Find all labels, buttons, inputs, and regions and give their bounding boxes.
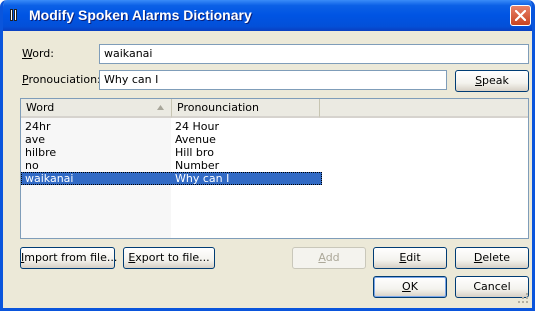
list-item-pronounciation: Number [175,159,220,172]
edit-button[interactable]: Edit [373,247,447,269]
list-item-word: no [25,159,39,172]
app-icon [10,9,23,21]
resize-grip-icon[interactable] [517,292,529,304]
column-header-pronounciation[interactable]: Pronounciation [172,99,320,118]
word-label: Word: [22,47,54,60]
window-title: Modify Spoken Alarms Dictionary [29,7,252,23]
speak-button[interactable]: Speak [455,70,529,92]
list-item-pronounciation: Why can I [175,172,230,185]
ok-button[interactable]: OK [373,276,447,298]
list-item[interactable]: no Number [21,159,528,172]
list-item[interactable]: 24hr 24 Hour [21,120,528,133]
close-icon [515,10,526,21]
close-button[interactable] [510,5,531,26]
list-item-word: 24hr [25,120,51,133]
add-button[interactable]: Add [292,247,366,269]
title-bar[interactable]: Modify Spoken Alarms Dictionary [3,0,532,31]
list-item-pronounciation: 24 Hour [175,120,219,133]
export-to-file-button[interactable]: Export to file... [123,247,215,269]
list-item[interactable]: ave Avenue [21,133,528,146]
list-item-selected[interactable]: waikanai Why can I [21,172,528,185]
import-from-file-button[interactable]: Import from file... [20,247,117,269]
column-header-filler [320,99,528,118]
list-item-word: ave [25,133,46,146]
word-input[interactable]: waikanai [99,44,529,64]
list-item-pronounciation: Avenue [175,133,216,146]
delete-button[interactable]: Delete [455,247,529,269]
pronounciation-input[interactable]: Why can I [99,70,447,90]
dictionary-list[interactable]: Word Pronounciation 24hr 24 Hour ave Ave… [20,98,529,239]
pronounciation-label: Pronouciation: [22,73,101,86]
dialog-window: Modify Spoken Alarms Dictionary Word: wa… [0,0,535,311]
column-header-word[interactable]: Word [21,99,172,118]
list-item-pronounciation: Hill bro [175,146,214,159]
sort-ascending-icon [157,105,164,110]
list-item-word: hilbre [25,146,57,159]
list-item-word: waikanai [25,172,74,185]
list-item[interactable]: hilbre Hill bro [21,146,528,159]
